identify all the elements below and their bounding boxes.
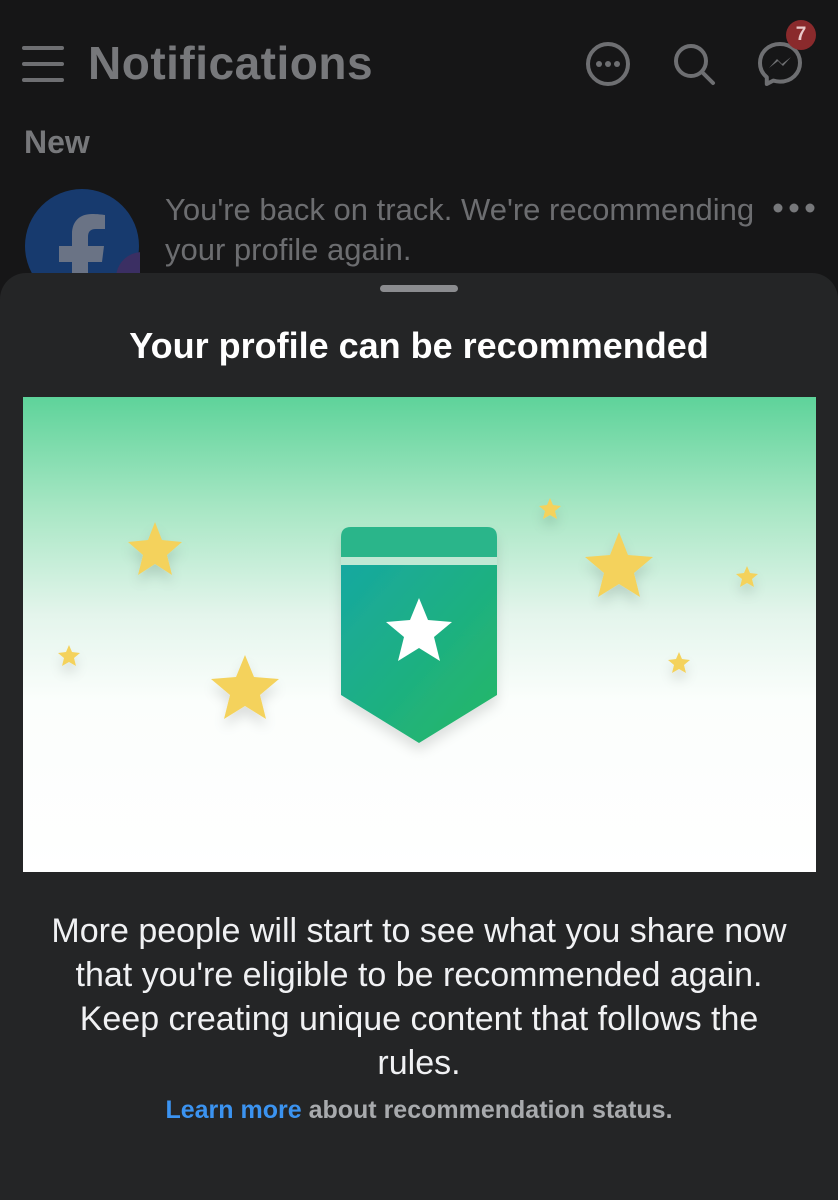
more-circle-icon[interactable] (584, 40, 632, 88)
star-icon (58, 645, 80, 666)
sheet-drag-handle[interactable] (380, 285, 458, 292)
star-icon (539, 498, 561, 519)
recommendation-illustration (23, 397, 816, 872)
learn-more-link[interactable]: Learn more (165, 1096, 301, 1124)
menu-icon[interactable] (22, 44, 64, 84)
search-icon[interactable] (670, 40, 718, 88)
recommendation-bottom-sheet: Your profile can be recommended More peo… (0, 273, 838, 1200)
more-dots-icon[interactable] (772, 198, 816, 218)
header: Notifications 7 (0, 0, 838, 130)
star-icon (668, 652, 690, 673)
learn-more-line: Learn more about recommendation status. (0, 1096, 838, 1125)
page-title: Notifications (88, 37, 374, 89)
star-icon (736, 566, 758, 587)
sheet-body-text: More people will start to see what you s… (51, 912, 787, 1082)
notification-text[interactable]: You're back on track. We're recommending… (165, 190, 755, 270)
sheet-title: Your profile can be recommended (129, 325, 709, 366)
star-icon (211, 655, 279, 719)
star-icon (128, 522, 182, 575)
section-heading-new: New (24, 124, 90, 160)
ribbon-star-icon (341, 527, 497, 743)
star-icon (585, 532, 653, 597)
messenger-badge: 7 (786, 20, 816, 50)
learn-more-suffix: about recommendation status. (301, 1096, 673, 1124)
